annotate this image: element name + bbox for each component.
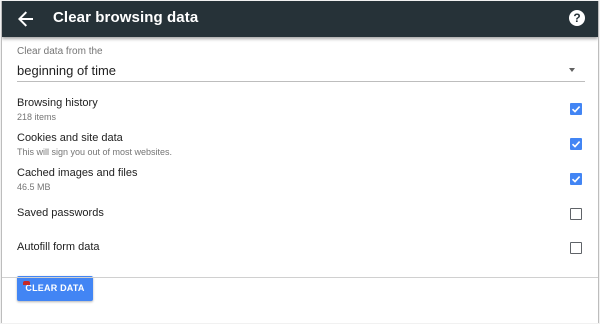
option-autofill[interactable]: Autofill form data	[17, 241, 585, 255]
option-sublabel: This will sign you out of most websites.	[17, 147, 173, 157]
back-button[interactable]	[14, 7, 38, 31]
option-browsing-history[interactable]: Browsing history 218 items	[17, 97, 585, 123]
option-sublabel: 46.5 MB	[17, 182, 51, 192]
next-section-indicator	[23, 281, 30, 285]
option-saved-passwords[interactable]: Saved passwords	[17, 207, 585, 221]
checkmark-icon	[571, 141, 581, 148]
clear-data-button[interactable]: CLEAR DATA	[17, 276, 93, 301]
help-circle-icon: ?	[573, 11, 581, 25]
arrow-left-icon	[18, 11, 33, 27]
divider	[2, 277, 598, 278]
app-header: Clear browsing data ?	[2, 1, 598, 37]
settings-page: Clear browsing data ? Clear data from th…	[1, 1, 599, 323]
time-range-select[interactable]: beginning of time	[17, 59, 585, 82]
option-label: Browsing history	[17, 97, 98, 109]
option-label: Cached images and files	[17, 167, 138, 179]
option-label: Saved passwords	[17, 207, 104, 219]
dropdown-arrow-icon	[569, 68, 575, 72]
time-range-value: beginning of time	[17, 63, 117, 78]
autofill-checkbox[interactable]	[570, 242, 582, 254]
main-content: Clear data from the beginning of time Br…	[2, 37, 598, 323]
browsing-history-checkbox[interactable]	[570, 103, 582, 115]
page-title: Clear browsing data	[53, 9, 199, 26]
saved-passwords-checkbox[interactable]	[570, 208, 582, 220]
option-label: Cookies and site data	[17, 132, 123, 144]
help-button[interactable]: ?	[569, 10, 585, 26]
option-label: Autofill form data	[17, 241, 100, 253]
checkmark-icon	[571, 176, 581, 183]
cached-images-checkbox[interactable]	[570, 173, 582, 185]
option-cached-images[interactable]: Cached images and files 46.5 MB	[17, 167, 585, 193]
checkmark-icon	[571, 106, 581, 113]
time-range-label: Clear data from the	[17, 46, 103, 57]
option-cookies[interactable]: Cookies and site data This will sign you…	[17, 132, 585, 158]
cookies-checkbox[interactable]	[570, 138, 582, 150]
option-sublabel: 218 items	[17, 112, 57, 122]
